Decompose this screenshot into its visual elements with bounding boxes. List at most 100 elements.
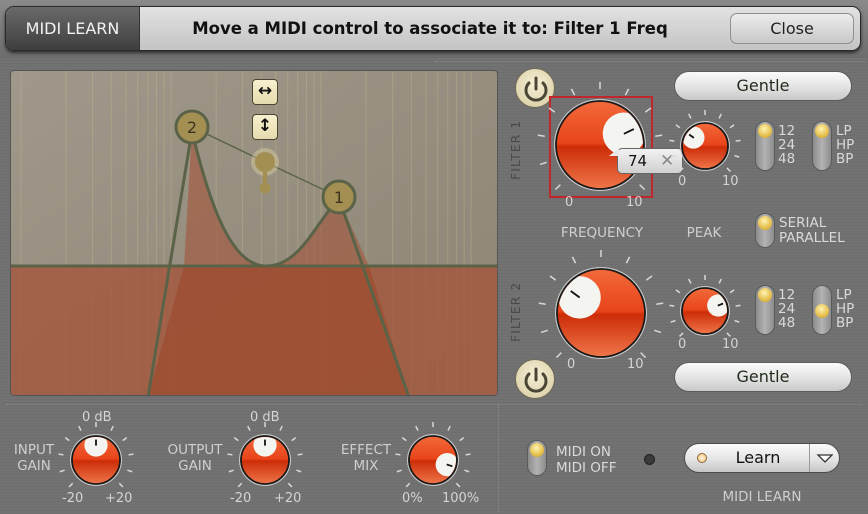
knob-tick bbox=[233, 437, 239, 442]
knob-tick bbox=[679, 167, 684, 172]
knob-tick bbox=[539, 161, 547, 166]
knob-tick bbox=[68, 482, 74, 488]
center-handle-knob[interactable] bbox=[259, 182, 271, 194]
input-gain-min: -20 bbox=[62, 491, 84, 506]
knob-tick bbox=[395, 453, 401, 456]
knob-tick bbox=[656, 302, 664, 305]
filter1-peak-min: 0 bbox=[678, 174, 687, 189]
led-indicator bbox=[758, 216, 772, 230]
top-divider bbox=[435, 61, 865, 62]
output-gain-label: OUTPUT GAIN bbox=[167, 442, 223, 474]
input-gain-max: +20 bbox=[105, 491, 133, 506]
filter1-mode-button[interactable]: Gentle bbox=[674, 71, 852, 101]
knob-tick bbox=[687, 113, 692, 119]
vertical-move-icon: ↕ bbox=[257, 116, 273, 136]
filter1-slope-switch[interactable] bbox=[755, 121, 775, 171]
filter1-type-switch[interactable] bbox=[812, 121, 832, 171]
knob-tick bbox=[540, 329, 548, 334]
knob-tick bbox=[734, 319, 740, 323]
knob-tick bbox=[228, 469, 234, 473]
knob-tick bbox=[679, 332, 684, 337]
led-indicator bbox=[815, 124, 829, 138]
knob-tick bbox=[570, 88, 576, 96]
led-indicator bbox=[758, 288, 772, 302]
knob-tick bbox=[296, 469, 302, 473]
filter2-frequency-min: 0 bbox=[567, 357, 576, 372]
led-indicator bbox=[530, 443, 544, 457]
filter2-type-switch[interactable] bbox=[812, 285, 832, 335]
midi-activity-led bbox=[644, 454, 655, 465]
filter1-frequency-min: 0 bbox=[565, 195, 574, 210]
knob-tick bbox=[537, 134, 545, 137]
knob-tick bbox=[729, 124, 735, 129]
knob-tick bbox=[287, 482, 293, 488]
knob-tick bbox=[227, 453, 233, 456]
filter1-node-label: 1 bbox=[334, 188, 344, 207]
knob-tick bbox=[405, 482, 411, 488]
midi-on-off-switch[interactable] bbox=[527, 440, 547, 476]
knob-tick bbox=[279, 425, 283, 431]
knob-tick bbox=[464, 469, 470, 473]
knob-tick bbox=[687, 278, 692, 284]
led-indicator bbox=[815, 304, 829, 318]
knob-tick bbox=[669, 304, 675, 307]
filter2-peak-max: 10 bbox=[722, 337, 739, 352]
output-gain-min: -20 bbox=[230, 491, 252, 506]
filter1-type-options: LP HP BP bbox=[836, 123, 855, 167]
knob-tick bbox=[654, 329, 662, 334]
knob-tick bbox=[571, 256, 577, 264]
routing-switch[interactable] bbox=[755, 213, 775, 248]
knob-tick bbox=[237, 482, 243, 488]
knob-tick bbox=[624, 88, 630, 96]
filter2-mode-button[interactable]: Gentle bbox=[674, 362, 852, 392]
bottom-vertical-divider bbox=[498, 404, 499, 512]
effect-mix-label: EFFECT MIX bbox=[340, 442, 392, 474]
knob-tick bbox=[625, 256, 631, 264]
knob-tick bbox=[447, 425, 451, 431]
filter-response-graph[interactable]: 2 1 ↔ ↕ bbox=[10, 70, 498, 396]
horizontal-move-button[interactable]: ↔ bbox=[252, 79, 278, 105]
knob-tick bbox=[58, 453, 64, 456]
knob-tick bbox=[675, 124, 681, 129]
knob-tick bbox=[538, 302, 546, 305]
knob-tick bbox=[735, 139, 741, 142]
knob-tick bbox=[465, 453, 471, 456]
knob-tick bbox=[297, 453, 303, 456]
knob-tick bbox=[735, 304, 741, 307]
learn-dropdown-button[interactable] bbox=[810, 444, 840, 472]
close-button[interactable]: Close bbox=[730, 13, 854, 44]
filter2-slope-switch[interactable] bbox=[755, 285, 775, 335]
midi-learn-message: Move a MIDI control to associate it to: … bbox=[192, 19, 668, 38]
chevron-down-icon bbox=[816, 454, 834, 463]
vertical-move-button[interactable]: ↕ bbox=[252, 114, 278, 140]
knob-tick bbox=[548, 107, 556, 113]
filter2-power-button[interactable] bbox=[515, 359, 555, 399]
knob-tick bbox=[669, 139, 675, 142]
knob-tick bbox=[670, 319, 676, 323]
knob-tick bbox=[726, 332, 731, 337]
knob-tick bbox=[734, 154, 740, 158]
knob-tick bbox=[554, 184, 561, 191]
knob-tick bbox=[644, 107, 652, 113]
knob-tick bbox=[718, 278, 723, 284]
knob-tick bbox=[64, 437, 70, 442]
horizontal-move-icon: ↔ bbox=[257, 81, 273, 101]
filter2-frequency-max: 10 bbox=[627, 357, 644, 372]
knob-tick bbox=[675, 289, 681, 294]
knob-graphic bbox=[227, 422, 303, 488]
filter2-slope-options: 12 24 48 bbox=[778, 287, 796, 331]
bottom-divider bbox=[6, 404, 862, 405]
filter1-frequency-max: 10 bbox=[626, 195, 643, 210]
midi-on-off-options: MIDI ON MIDI OFF bbox=[556, 444, 617, 476]
learn-led bbox=[697, 453, 707, 463]
knob-tick bbox=[459, 437, 465, 442]
knob-tick bbox=[670, 154, 676, 158]
knob-tick bbox=[639, 184, 646, 191]
frequency-label: FREQUENCY bbox=[560, 225, 644, 241]
midi-learn-label: MIDI LEARN bbox=[722, 489, 802, 505]
midi-learn-banner: MIDI LEARN Move a MIDI control to associ… bbox=[5, 6, 861, 51]
knob-tick bbox=[726, 167, 731, 172]
knob-tick bbox=[127, 469, 133, 473]
knob-tick bbox=[291, 437, 297, 442]
learn-button[interactable]: Learn bbox=[684, 443, 840, 473]
